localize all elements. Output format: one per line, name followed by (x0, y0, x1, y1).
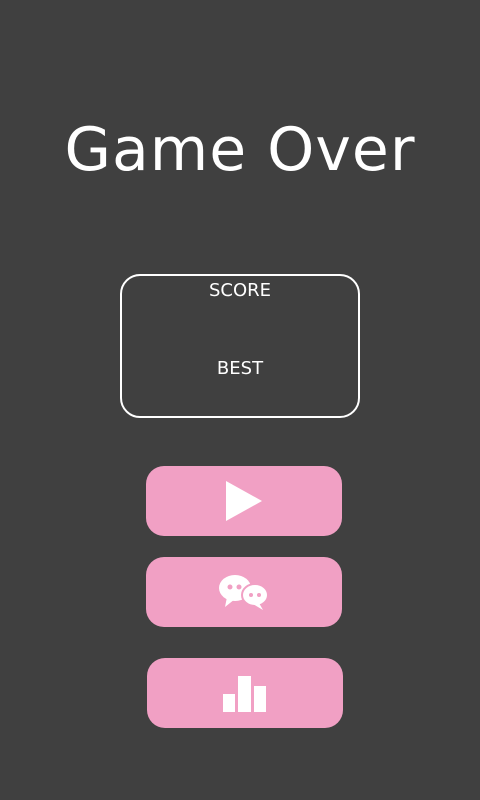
game-over-title: Game Over (64, 115, 416, 185)
score-panel: SCORE BEST (120, 274, 360, 418)
play-icon (226, 481, 262, 521)
best-label: BEST (216, 358, 264, 379)
chat-bubbles-icon (219, 575, 269, 610)
share-button[interactable] (146, 557, 342, 627)
play-again-button[interactable] (146, 466, 342, 536)
leaderboard-button[interactable] (147, 658, 343, 728)
bar-chart-icon (223, 676, 266, 712)
score-label: SCORE (208, 280, 272, 301)
